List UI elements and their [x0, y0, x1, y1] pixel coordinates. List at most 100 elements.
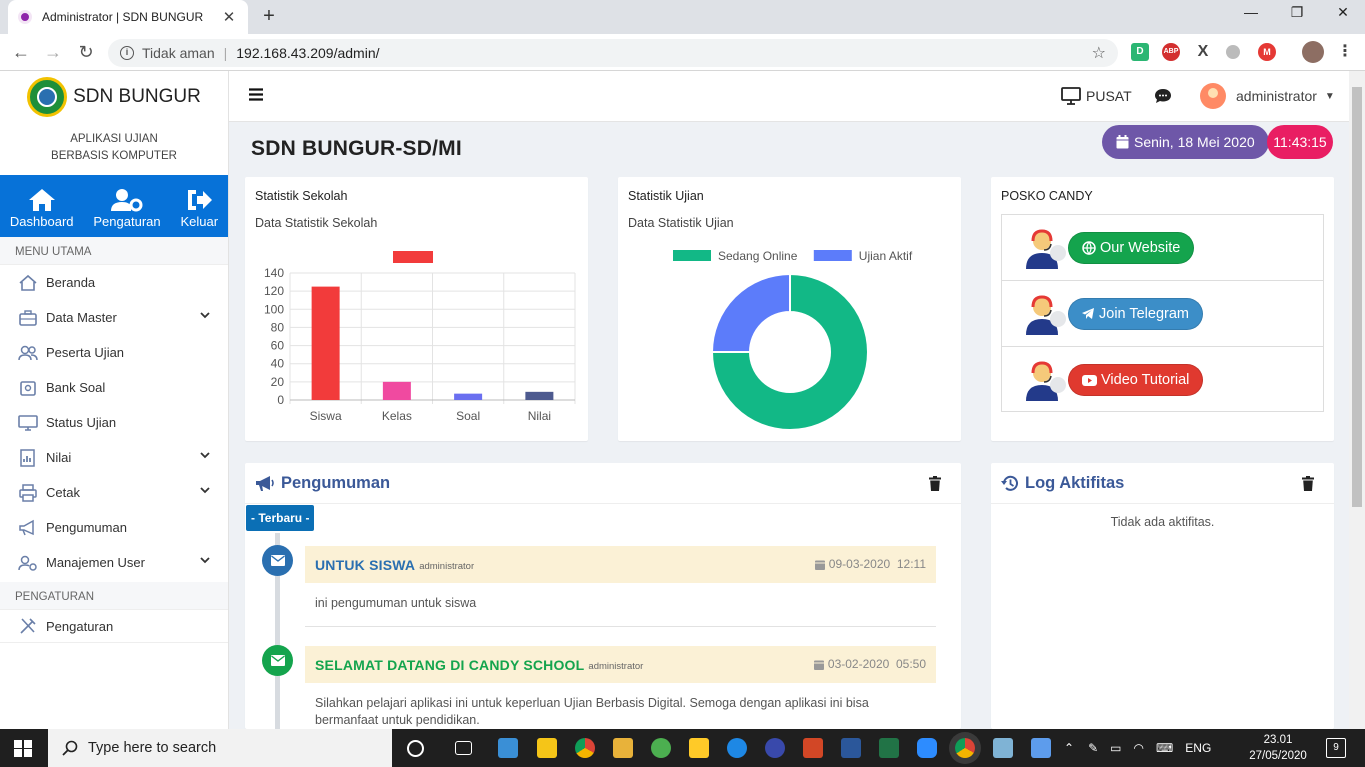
user-menu[interactable]: administrator ▼ [1200, 83, 1335, 109]
sidebar-item-manajemen-user[interactable]: Manajemen User [0, 545, 228, 580]
join-telegram-button[interactable]: Join Telegram [1068, 297, 1204, 330]
system-tray: ⌃ ✎ ▭ ◠ ⌨ ENG [1064, 729, 1211, 767]
trash-icon[interactable] [1302, 476, 1314, 491]
window-close-button[interactable]: ✕ [1320, 4, 1365, 21]
bookmark-star-icon[interactable]: ☆ [1092, 43, 1106, 63]
page-title: SDN BUNGUR-SD/MI [251, 137, 462, 160]
notification-center-icon[interactable]: 9 [1326, 738, 1346, 758]
extension-x-icon[interactable]: X [1194, 43, 1212, 61]
window-maximize-button[interactable]: ❐ [1274, 4, 1320, 21]
donut-chart: Sedang Online Ujian Aktif [673, 249, 913, 431]
x-tick-label: Siswa [310, 409, 342, 423]
announcement-date-value: 03-02-2020 [827, 657, 890, 671]
quick-keluar-label: Keluar [180, 213, 219, 229]
tab-close-icon[interactable]: ✕ [220, 8, 238, 26]
adblock-extension-icon[interactable]: ABP [1162, 43, 1180, 61]
sidebar-item-nilai[interactable]: Nilai [0, 440, 228, 475]
chrome-icon[interactable] [575, 738, 595, 758]
sidebar-item-cetak[interactable]: Cetak [0, 475, 228, 510]
cortana-icon[interactable] [407, 740, 424, 757]
trash-icon[interactable] [929, 476, 941, 491]
taskbar-app-icon[interactable] [613, 738, 633, 758]
sidebar-item-beranda[interactable]: Beranda [0, 265, 228, 300]
site-info-icon[interactable]: i [120, 46, 134, 60]
video-tutorial-button[interactable]: Video Tutorial [1068, 364, 1204, 396]
file-explorer-icon[interactable] [537, 738, 557, 758]
hamburger-menu-icon[interactable] [249, 88, 263, 101]
battery-icon[interactable]: ▭ [1110, 741, 1121, 755]
zoom-icon[interactable] [917, 738, 937, 758]
edge-icon[interactable] [727, 738, 747, 758]
profile-avatar-icon[interactable] [1302, 41, 1324, 63]
announcement-author: administrator [419, 561, 475, 572]
language-indicator[interactable]: ENG [1185, 741, 1211, 755]
keyboard-icon[interactable]: ⌨ [1156, 741, 1173, 755]
x-tick-label: Soal [456, 409, 480, 423]
taskbar-app-icon[interactable] [498, 738, 518, 758]
page-scrollbar[interactable] [1349, 71, 1365, 729]
x-tick-label: Nilai [528, 409, 551, 423]
sidebar-item-bank-soal[interactable]: Bank Soal [0, 370, 228, 405]
pengaturan-heading: PENGATURAN [0, 582, 228, 610]
sidebar-item-peserta-ujian[interactable]: Peserta Ujian [0, 335, 228, 370]
users-cog-icon [18, 555, 37, 571]
sidebar-item-pengaturan[interactable]: Pengaturan [0, 610, 228, 643]
bullhorn-icon [256, 475, 274, 491]
home-icon [28, 188, 55, 211]
sidebar-item-label: Status Ujian [46, 415, 117, 430]
telegram-icon [1082, 307, 1094, 319]
task-view-icon[interactable] [455, 741, 472, 755]
quick-pengaturan-button[interactable]: Pengaturan [93, 188, 161, 229]
browser-tab[interactable]: Administrator | SDN BUNGUR ✕ [8, 0, 248, 34]
taskbar-search-box[interactable]: Type here to search [48, 729, 392, 767]
extension-circle-icon[interactable] [1226, 45, 1240, 59]
posko-candy-card: POSKO CANDY Our Website Join Telegram Vi… [991, 177, 1334, 441]
taskbar-clock[interactable]: 23.01 27/05/2020 [1243, 732, 1313, 764]
excel-icon[interactable] [879, 738, 899, 758]
y-tick-label: 100 [264, 302, 284, 316]
bar-chart: 0 20 40 60 80 100 120 140 Siswa Kelas Soal Nilai [264, 251, 576, 423]
taskbar-app-icon[interactable] [993, 738, 1013, 758]
word-icon[interactable] [841, 738, 861, 758]
our-website-button[interactable]: Our Website [1068, 231, 1195, 264]
y-tick-label: 140 [264, 266, 284, 280]
url-field[interactable]: i Tidak aman | 192.168.43.209/admin/ ☆ [108, 39, 1118, 67]
reload-button[interactable]: ↻ [73, 40, 99, 66]
browser-menu-icon[interactable]: ⋮ [1336, 43, 1354, 61]
forward-button[interactable]: → [40, 40, 66, 66]
taskbar-app-icon[interactable] [689, 738, 709, 758]
archive-icon [20, 380, 36, 396]
video-tutorial-label: Video Tutorial [1101, 372, 1190, 388]
legend-label: Sedang Online [718, 249, 798, 263]
chrome-active-icon[interactable] [955, 738, 975, 758]
announcement-title: UNTUK SISWA [315, 556, 416, 573]
tray-pen-icon[interactable]: ✎ [1088, 741, 1098, 755]
new-tab-button[interactable]: + [256, 5, 282, 29]
back-button[interactable]: ← [8, 40, 34, 66]
quick-dashboard-button[interactable]: Dashboard [10, 188, 74, 229]
taskbar-app-icon[interactable] [765, 738, 785, 758]
chat-icon[interactable] [1154, 88, 1172, 104]
brand: SDN BUNGUR APLIKASI UJIAN BERBASIS KOMPU… [0, 71, 228, 175]
our-website-label: Our Website [1100, 239, 1181, 256]
extension-m-icon[interactable]: M [1258, 43, 1276, 61]
pusat-label: PUSAT [1086, 88, 1132, 104]
sidebar-item-status-ujian[interactable]: Status Ujian [0, 405, 228, 440]
quick-keluar-button[interactable]: Keluar [180, 188, 218, 229]
virtualbox-icon[interactable] [1031, 738, 1051, 758]
legend-swatch [813, 250, 852, 261]
chart-report-icon [20, 448, 35, 467]
window-minimize-button[interactable]: — [1228, 4, 1274, 20]
taskbar-app-icon[interactable] [651, 738, 671, 758]
extension-d-icon[interactable]: D [1131, 43, 1149, 61]
scrollbar-thumb[interactable] [1352, 87, 1362, 507]
wifi-icon[interactable]: ◠ [1133, 741, 1143, 755]
windows-start-icon[interactable] [14, 740, 32, 757]
tray-overflow-icon[interactable]: ⌃ [1064, 741, 1074, 755]
powerpoint-icon[interactable] [803, 738, 823, 758]
sidebar-item-label: Nilai [46, 450, 72, 465]
sidebar-item-pengumuman[interactable]: Pengumuman [0, 510, 228, 545]
pusat-link[interactable]: PUSAT [1061, 87, 1132, 105]
sidebar-item-data-master[interactable]: Data Master [0, 300, 228, 335]
pengumuman-panel: Pengumuman - Terbaru - UNTUK SISWA admin… [245, 463, 961, 729]
